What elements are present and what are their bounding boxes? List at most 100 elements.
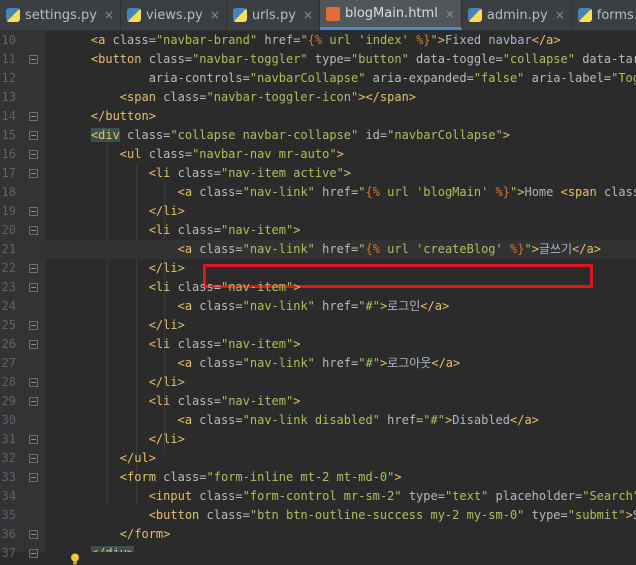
line-number-text: 26 bbox=[1, 337, 16, 351]
code-token: class= bbox=[603, 185, 636, 199]
code-line[interactable]: <button class="btn btn-outline-success m… bbox=[46, 506, 636, 525]
fold-toggle-icon[interactable] bbox=[29, 283, 38, 292]
code-token: class= bbox=[119, 128, 171, 142]
fold-toggle-icon[interactable] bbox=[29, 55, 38, 64]
tab-blogMain-html[interactable]: blogMain.html × bbox=[319, 0, 462, 30]
code-line[interactable]: <span class="navbar-toggler-icon"></span… bbox=[46, 88, 636, 107]
fold-toggle-icon[interactable] bbox=[29, 454, 38, 463]
code-line[interactable]: <a class="navbar-brand" href="{% url 'in… bbox=[46, 31, 636, 50]
code-token: href= bbox=[314, 356, 359, 370]
code-line[interactable]: <li class="nav-item"> bbox=[46, 278, 636, 297]
code-line[interactable]: </li> bbox=[46, 316, 636, 335]
code-line[interactable]: <a class="nav-link" href="#">로그아웃</a> bbox=[46, 354, 636, 373]
code-line[interactable]: <button class="navbar-toggler" type="but… bbox=[46, 50, 636, 69]
line-number-text: 19 bbox=[1, 204, 16, 218]
tab-forms-py[interactable]: forms.py× bbox=[572, 0, 636, 30]
code-token: "nav-link" bbox=[242, 242, 315, 256]
fold-toggle-icon[interactable] bbox=[29, 321, 38, 330]
code-line[interactable]: aria-controls="navbarCollapse" aria-expa… bbox=[46, 69, 636, 88]
code-token: "nav-item" bbox=[220, 223, 294, 237]
fold-toggle-icon[interactable] bbox=[29, 169, 38, 178]
code-token: <form bbox=[119, 470, 164, 484]
fold-toggle-icon[interactable] bbox=[29, 340, 38, 349]
code-token: "nav-item" bbox=[220, 394, 294, 408]
code-line[interactable]: <a class="nav-link" href="#">로그인</a> bbox=[46, 297, 636, 316]
fold-toggle-icon[interactable] bbox=[29, 435, 38, 444]
fold-toggle-icon[interactable] bbox=[29, 378, 38, 387]
python-file-icon bbox=[467, 8, 482, 22]
close-icon[interactable]: × bbox=[210, 8, 220, 22]
code-token: "navbarCollapse" bbox=[387, 128, 503, 142]
code-line[interactable]: </button> bbox=[46, 107, 636, 126]
close-icon[interactable]: × bbox=[303, 8, 313, 22]
code-token: "nav-item" bbox=[220, 280, 294, 294]
code-token: aria-label= bbox=[524, 71, 612, 85]
code-token: </li> bbox=[148, 204, 185, 218]
code-token: class= bbox=[199, 413, 243, 427]
fold-toggle-icon[interactable] bbox=[29, 397, 38, 406]
close-icon[interactable]: × bbox=[555, 8, 565, 22]
fold-toggle-icon[interactable] bbox=[29, 264, 38, 273]
code-area[interactable]: <a class="navbar-brand" href="{% url 'in… bbox=[46, 31, 636, 552]
code-line[interactable]: </li> bbox=[46, 202, 636, 221]
line-number: 23 bbox=[0, 278, 46, 297]
code-editor[interactable]: 10 11 12 13 14 15 16 17 18 19 20 21 22 23 24 25 26 27 28 29… bbox=[0, 31, 636, 565]
code-token: class= bbox=[163, 90, 207, 104]
code-token: 'createBlog' bbox=[416, 242, 503, 256]
lightbulb-icon[interactable] bbox=[70, 553, 80, 565]
code-line[interactable]: </li> bbox=[46, 430, 636, 449]
code-line[interactable]: <li class="nav-item"> bbox=[46, 221, 636, 240]
code-line[interactable]: </li> bbox=[46, 259, 636, 278]
tab-admin-py[interactable]: admin.py × bbox=[462, 0, 572, 30]
code-line[interactable]: </form> bbox=[46, 525, 636, 544]
code-token: > bbox=[531, 242, 539, 256]
line-number-text: 29 bbox=[1, 394, 16, 408]
tab-label: forms.py bbox=[596, 7, 636, 23]
code-token: id= bbox=[358, 128, 388, 142]
code-line[interactable]: <li class="nav-item"> bbox=[46, 392, 636, 411]
fold-toggle-icon[interactable] bbox=[29, 207, 38, 216]
code-line[interactable]: <a class="nav-link" href="{% url 'blogMa… bbox=[46, 183, 636, 202]
fold-toggle-icon[interactable] bbox=[29, 473, 38, 482]
code-line[interactable]: <form class="form-inline mt-2 mt-md-0"> bbox=[46, 468, 636, 487]
code-line[interactable]: <div class="collapse navbar-collapse" id… bbox=[46, 126, 636, 145]
line-number: 32 bbox=[0, 449, 46, 468]
close-icon[interactable]: × bbox=[104, 8, 114, 22]
tab-views-py[interactable]: views.py × bbox=[121, 0, 227, 30]
fold-toggle-icon[interactable] bbox=[29, 530, 38, 539]
line-number: 31 bbox=[0, 430, 46, 449]
fold-toggle-icon[interactable] bbox=[29, 131, 38, 140]
tab-settings-py[interactable]: settings.py × bbox=[0, 0, 121, 30]
code-token: class= bbox=[163, 470, 207, 484]
tab-label: admin.py bbox=[486, 7, 548, 23]
code-token: <a bbox=[90, 33, 113, 47]
code-line[interactable]: <input class="form-control mr-sm-2" type… bbox=[46, 487, 636, 506]
code-token: </li> bbox=[148, 261, 185, 275]
code-token: href= bbox=[314, 299, 359, 313]
code-token: "button" bbox=[351, 52, 409, 66]
code-token: {% bbox=[365, 242, 380, 256]
fold-toggle-icon[interactable] bbox=[29, 226, 38, 235]
close-icon[interactable]: × bbox=[445, 7, 455, 21]
code-line[interactable]: <ul class="navbar-nav mr-auto"> bbox=[46, 145, 636, 164]
fold-toggle-icon[interactable] bbox=[29, 150, 38, 159]
code-line[interactable]: <li class="nav-item active"> bbox=[46, 164, 636, 183]
tab-urls-py[interactable]: urls.py × bbox=[227, 0, 320, 30]
code-token: "#" bbox=[358, 299, 380, 313]
fold-toggle-icon[interactable] bbox=[29, 112, 38, 121]
code-token: <a bbox=[177, 356, 200, 370]
code-line[interactable]: <a class="nav-link disabled" href="#">Di… bbox=[46, 411, 636, 430]
code-token: "nav-link" bbox=[242, 299, 315, 313]
code-line[interactable]: <li class="nav-item"> bbox=[46, 335, 636, 354]
code-token: </a> bbox=[431, 356, 461, 370]
code-line[interactable]: </li> bbox=[46, 373, 636, 392]
code-line[interactable]: </div> bbox=[46, 544, 636, 552]
line-number: 22 bbox=[0, 259, 46, 278]
code-line[interactable]: </ul> bbox=[46, 449, 636, 468]
fold-toggle-icon[interactable] bbox=[29, 549, 38, 558]
code-line[interactable]: <a class="nav-link" href= " {% url 'create… bbox=[46, 240, 636, 259]
